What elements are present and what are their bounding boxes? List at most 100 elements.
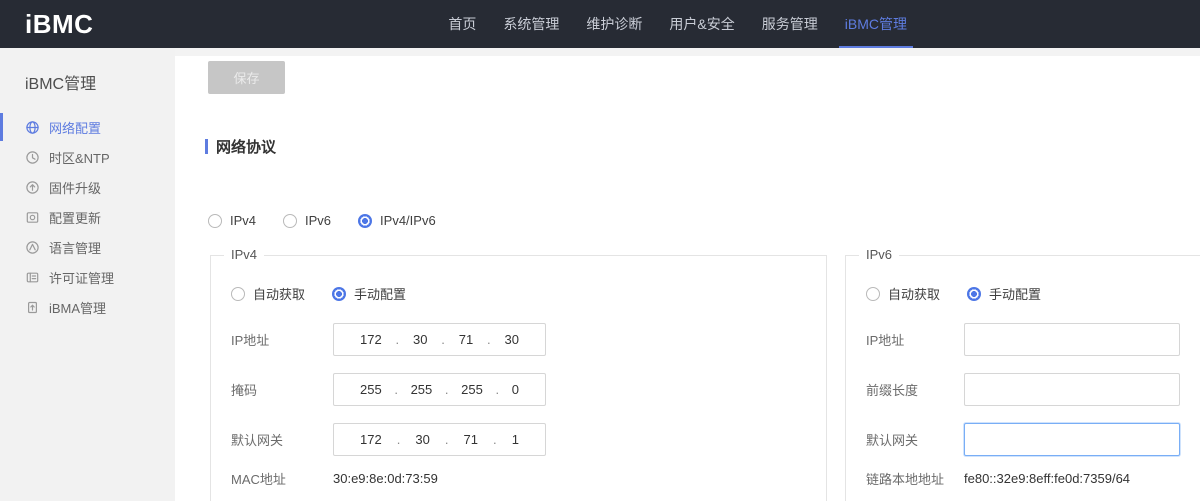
clock-icon (25, 150, 40, 165)
ipv6-default-gateway-input[interactable] (964, 423, 1180, 456)
ipv4-default-gateway-octet-3[interactable]: 71 (464, 432, 478, 447)
ipv4-default-gateway-dot: . (397, 432, 401, 447)
ipv6-prefix-length-input[interactable] (964, 373, 1180, 406)
ipv6-mode-auto-label: 自动获取 (888, 284, 940, 303)
ipv4-ip-address-octet-1[interactable]: 172 (360, 332, 382, 347)
sidebar-title: iBMC管理 (0, 48, 175, 108)
ipv6-prefix-length-label: 前缀长度 (866, 380, 964, 399)
ipv6-ip-address-input[interactable] (964, 323, 1180, 356)
nav-item-service[interactable]: 服务管理 (762, 0, 818, 48)
ipv4-ip-address-octet-4[interactable]: 30 (504, 332, 518, 347)
ipv4-default-gateway-label: 默认网关 (231, 430, 333, 449)
protocol-radio-ipv4-label: IPv4 (230, 213, 256, 228)
ipv6-link-local-address-value: fe80::32e9:8eff:fe0d:7359/64 (964, 471, 1130, 486)
sidebar-menu: 网络配置时区&NTP 固件升级配置更新语言管理许可证管理iBMA管理 (0, 112, 175, 322)
content-top-strip (175, 48, 1200, 56)
license-icon (25, 270, 40, 285)
protocol-radio-ipv6[interactable]: IPv6 (283, 213, 331, 228)
nav-item-ibmc[interactable]: iBMC管理 (845, 0, 907, 48)
ipv4-ip-address-label: IP地址 (231, 330, 333, 349)
ipv6-link-local-address-label: 链路本地地址 (866, 469, 964, 488)
ipv4-mac-address-row: MAC地址30:e9:8e:0d:73:59 (231, 468, 826, 488)
sidebar-item-language[interactable]: 语言管理 (0, 232, 175, 262)
sidebar-item-label: 固件升级 (49, 178, 101, 197)
globe-icon (25, 120, 40, 135)
ipv4-default-gateway-octet-2[interactable]: 30 (415, 432, 429, 447)
ipv4-mode-radio-group: 自动获取 手动配置 (231, 284, 826, 303)
save-button[interactable]: 保存 (208, 61, 285, 94)
upload-circle-icon (25, 180, 40, 195)
ipv4-ip-address-input[interactable]: 172.30.71.30 (333, 323, 546, 356)
ipv6-panel-legend: IPv6 (859, 247, 899, 262)
ipv4-panel: IPv4 自动获取手动配置IP地址172.30.71.30掩码255.255.2… (210, 255, 827, 501)
ipv4-subnet-mask-input[interactable]: 255. 255. 255. 0 (333, 373, 546, 406)
ipv4-subnet-mask-dot: . (495, 382, 499, 397)
ipv4-mode-manual-label: 手动配置 (354, 284, 406, 303)
ipv4-ip-address-octet-3[interactable]: 71 (459, 332, 473, 347)
ipv4-default-gateway-input[interactable]: 172.30.71.1 (333, 423, 546, 456)
ipv4-default-gateway-dot: . (493, 432, 497, 447)
top-nav: 首页系统管理维护诊断用户&安全服务管理 iBMC管理 (448, 0, 907, 48)
protocol-radio-ipv4-ipv6-radio[interactable] (358, 214, 372, 228)
protocol-radio-ipv6-radio[interactable] (283, 214, 297, 228)
section-title: 网络协议 (205, 136, 276, 157)
ipv4-mode-auto-radio[interactable] (231, 287, 245, 301)
ipv6-mode-auto-radio[interactable] (866, 287, 880, 301)
ipv4-mac-address-value: 30:e9:8e:0d:73:59 (333, 471, 438, 486)
ipv4-default-gateway-octet-1[interactable]: 172 (360, 432, 382, 447)
nav-item-system[interactable]: 系统管理 (503, 0, 559, 48)
ipv4-mode-auto[interactable]: 自动获取 (231, 284, 305, 303)
nav-item-maintenance[interactable]: 维护诊断 (586, 0, 642, 48)
config-box-icon (25, 210, 40, 225)
sidebar-item-label: 时区&NTP (49, 148, 110, 167)
ipv6-ip-address-row: IP地址 (866, 323, 1200, 356)
sidebar-item-config-update[interactable]: 配置更新 (0, 202, 175, 232)
ipv6-prefix-length-row: 前缀长度 (866, 373, 1200, 406)
ipv4-subnet-mask-dot: . (394, 382, 398, 397)
ipv4-subnet-mask-row: 掩码255.255.255.0 (231, 373, 826, 406)
ipv6-default-gateway-row: 默认网关 (866, 423, 1200, 456)
sidebar-item-label: 配置更新 (49, 208, 101, 227)
ipv6-mode-manual[interactable]: 手动配置 (967, 284, 1041, 303)
main-content: 保存 网络协议 IPv4 IPv6 IPv4/IPv6 IPv4 自动获取 手动配置 I… (175, 48, 1200, 501)
ipv6-mode-manual-label: 手动配置 (989, 284, 1041, 303)
document-arrow-icon (25, 300, 40, 315)
sidebar-item-license[interactable]: 许可证管理 (0, 262, 175, 292)
section-title-text: 网络协议 (216, 136, 276, 157)
nav-item-user-security[interactable]: 用户&安全 (669, 0, 734, 48)
ipv6-mode-manual-radio[interactable] (967, 287, 981, 301)
ipv4-subnet-mask-octet-3[interactable]: 255 (461, 382, 483, 397)
ipv4-panel-body: 自动获取手动配置IP地址172.30.71.30掩码255.255.255.0默… (211, 256, 826, 488)
ipv4-subnet-mask-dot: . (445, 382, 449, 397)
protocol-radio-ipv4-radio[interactable] (208, 214, 222, 228)
protocol-radio-ipv4-ipv6-label: IPv4/IPv6 (380, 213, 436, 228)
sidebar: iBMC管理 网络配置时区&NTP 固件升级配置更新语言管理许可证管理iBMA管理 (0, 48, 175, 501)
nav-item-home[interactable]: 首页 (448, 0, 476, 48)
language-icon (25, 240, 40, 255)
ipv4-ip-address-row: IP地址172.30.71.30 (231, 323, 826, 356)
ipv4-panel-legend: IPv4 (224, 247, 264, 262)
protocol-radio-ipv4-ipv6[interactable]: IPv4/IPv6 (358, 213, 436, 228)
ipv4-ip-address-octet-2[interactable]: 30 (413, 332, 427, 347)
ipv4-ip-address-dot: . (441, 332, 445, 347)
ipv4-subnet-mask-octet-2[interactable]: 255 (411, 382, 433, 397)
ipv4-mode-manual[interactable]: 手动配置 (332, 284, 406, 303)
ipv4-subnet-mask-octet-4[interactable]: 0 (512, 382, 519, 397)
ipv4-mac-address-label: MAC地址 (231, 469, 333, 488)
page: iBMC 首页系统管理维护诊断用户&安全服务管理iBMC管理 iBMC管理 网络… (0, 0, 1200, 501)
sidebar-item-network-config[interactable]: 网络配置 (0, 112, 175, 142)
sidebar-item-ibma[interactable]: iBMA管理 (0, 292, 175, 322)
sidebar-item-timezone-ntp[interactable]: 时区&NTP (0, 142, 175, 172)
ipv4-ip-address-dot: . (487, 332, 491, 347)
section-title-bar (205, 139, 208, 154)
ipv6-mode-auto[interactable]: 自动获取 (866, 284, 940, 303)
sidebar-item-firmware-upgrade[interactable]: 固件升级 (0, 172, 175, 202)
ipv4-mode-manual-radio[interactable] (332, 287, 346, 301)
protocol-radio-ipv4[interactable]: IPv4 (208, 213, 256, 228)
sidebar-item-label: 网络配置 (49, 118, 101, 137)
ipv6-link-local-address-row: 链路本地地址fe80::32e9:8eff:fe0d:7359/64 (866, 468, 1200, 488)
ipv4-default-gateway-octet-4[interactable]: 1 (512, 432, 519, 447)
ipv6-panel: IPv6 自动获取手动配置IP地址前缀长度默认网关链路本地地址fe80::32e… (845, 255, 1200, 501)
ipv4-subnet-mask-octet-1[interactable]: 255 (360, 382, 382, 397)
sidebar-item-label: 语言管理 (49, 238, 101, 257)
